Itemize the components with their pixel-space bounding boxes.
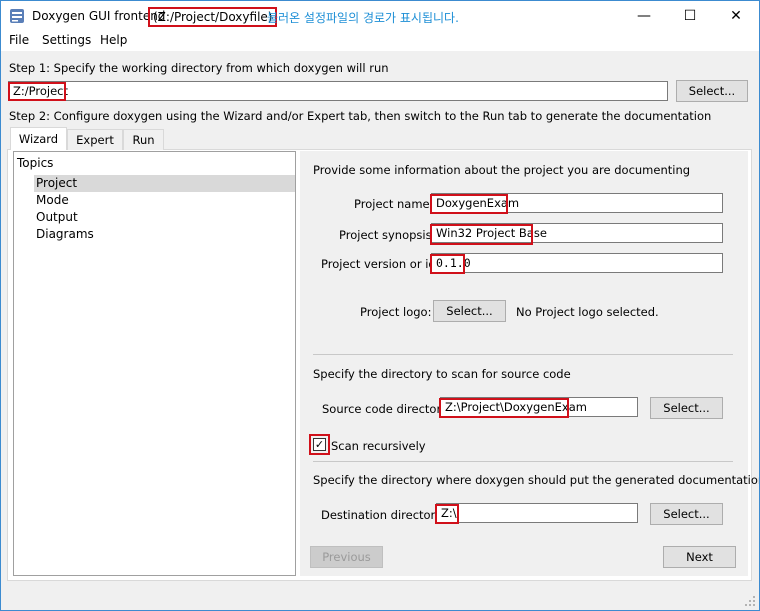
project-name-input[interactable]: DoxygenExam	[431, 193, 723, 213]
scan-recursively-label[interactable]: Scan recursively	[331, 439, 426, 453]
topic-output-label: Output	[36, 210, 78, 224]
step1-label: Step 1: Specify the working directory fr…	[9, 61, 389, 75]
project-synopsis-value: Win32 Project Base	[436, 226, 547, 240]
maximize-button[interactable]: ☐	[667, 1, 713, 30]
step2-label: Step 2: Configure doxygen using the Wiza…	[9, 109, 712, 123]
destination-directory-value: Z:\	[441, 506, 457, 520]
separator	[313, 461, 733, 462]
source-select-label: Select...	[663, 401, 710, 415]
path-annotation: 불러온 설정파일의 경로가 표시됩니다.	[267, 11, 459, 25]
title-bar: Doxygen GUI frontend (Z:/Project/Doxyfil…	[1, 1, 759, 30]
tab-wizard[interactable]: Wizard	[10, 127, 67, 150]
topic-mode-label: Mode	[36, 193, 69, 207]
close-icon: ✕	[730, 7, 742, 24]
project-version-value: 0.1.0	[436, 256, 471, 270]
menu-file[interactable]: File	[9, 33, 29, 47]
logo-select-label: Select...	[446, 304, 493, 318]
topic-output[interactable]: Output	[34, 209, 78, 226]
topic-diagrams-label: Diagrams	[36, 227, 94, 241]
topic-diagrams[interactable]: Diagrams	[34, 226, 94, 243]
previous-label: Previous	[322, 550, 371, 564]
project-synopsis-label: Project synopsis:	[339, 228, 436, 242]
doxygen-app-icon	[10, 9, 24, 23]
topics-tree: Topics Project Mode Output Diagrams	[13, 151, 296, 576]
topic-project[interactable]: Project	[34, 175, 295, 192]
menu-bar: File Settings Help	[1, 30, 759, 51]
separator	[313, 354, 733, 355]
topic-project-label: Project	[36, 176, 78, 190]
menu-settings[interactable]: Settings	[42, 33, 91, 47]
source-directory-value: Z:\Project\DoxygenExam	[445, 400, 587, 414]
tab-run-label: Run	[132, 133, 155, 147]
project-logo-status: No Project logo selected.	[516, 305, 659, 319]
project-intro: Provide some information about the proje…	[313, 163, 691, 177]
previous-button[interactable]: Previous	[310, 546, 383, 568]
checkmark-icon: ✓	[314, 438, 325, 451]
topic-mode[interactable]: Mode	[34, 192, 69, 209]
project-logo-label: Project logo:	[360, 305, 432, 319]
select-button-label: Select...	[688, 84, 736, 98]
maximize-icon: ☐	[683, 7, 697, 24]
minimize-button[interactable]: —	[621, 1, 667, 30]
destination-directory-input[interactable]: Z:\	[436, 503, 638, 523]
destination-directory-select-button[interactable]: Select...	[650, 503, 723, 525]
working-directory-select-button[interactable]: Select...	[676, 80, 748, 102]
project-name-value: DoxygenExam	[436, 196, 520, 210]
working-directory-value: Z:/Project	[13, 84, 68, 98]
minimize-icon: —	[637, 7, 651, 24]
scan-recursively-checkbox[interactable]: ✓	[313, 438, 326, 451]
destination-intro: Specify the directory where doxygen shou…	[313, 473, 760, 487]
source-directory-select-button[interactable]: Select...	[650, 397, 723, 419]
source-intro: Specify the directory to scan for source…	[313, 367, 571, 381]
working-directory-input[interactable]: Z:/Project	[8, 81, 668, 101]
tab-expert[interactable]: Expert	[67, 129, 123, 150]
project-version-input[interactable]: 0.1.0	[431, 253, 723, 273]
menu-help[interactable]: Help	[100, 33, 127, 47]
project-name-label: Project name:	[354, 197, 434, 211]
resize-grip-icon[interactable]	[744, 595, 756, 607]
tab-run[interactable]: Run	[123, 129, 164, 150]
next-label: Next	[686, 550, 713, 564]
source-directory-label: Source code directory:	[322, 402, 452, 416]
config-file-path: (Z:/Project/Doxyfile)	[148, 7, 278, 27]
dest-select-label: Select...	[663, 507, 710, 521]
next-button[interactable]: Next	[663, 546, 736, 568]
close-button[interactable]: ✕	[713, 1, 759, 30]
source-directory-input[interactable]: Z:\Project\DoxygenExam	[440, 397, 638, 417]
tab-expert-label: Expert	[76, 133, 114, 147]
project-logo-select-button[interactable]: Select...	[433, 300, 506, 322]
project-synopsis-input[interactable]: Win32 Project Base	[431, 223, 723, 243]
tab-wizard-label: Wizard	[18, 132, 59, 146]
topics-header: Topics	[17, 156, 54, 170]
project-version-label: Project version or id:	[321, 257, 440, 271]
window-title: Doxygen GUI frontend	[32, 9, 166, 23]
destination-directory-label: Destination directory:	[321, 508, 446, 522]
